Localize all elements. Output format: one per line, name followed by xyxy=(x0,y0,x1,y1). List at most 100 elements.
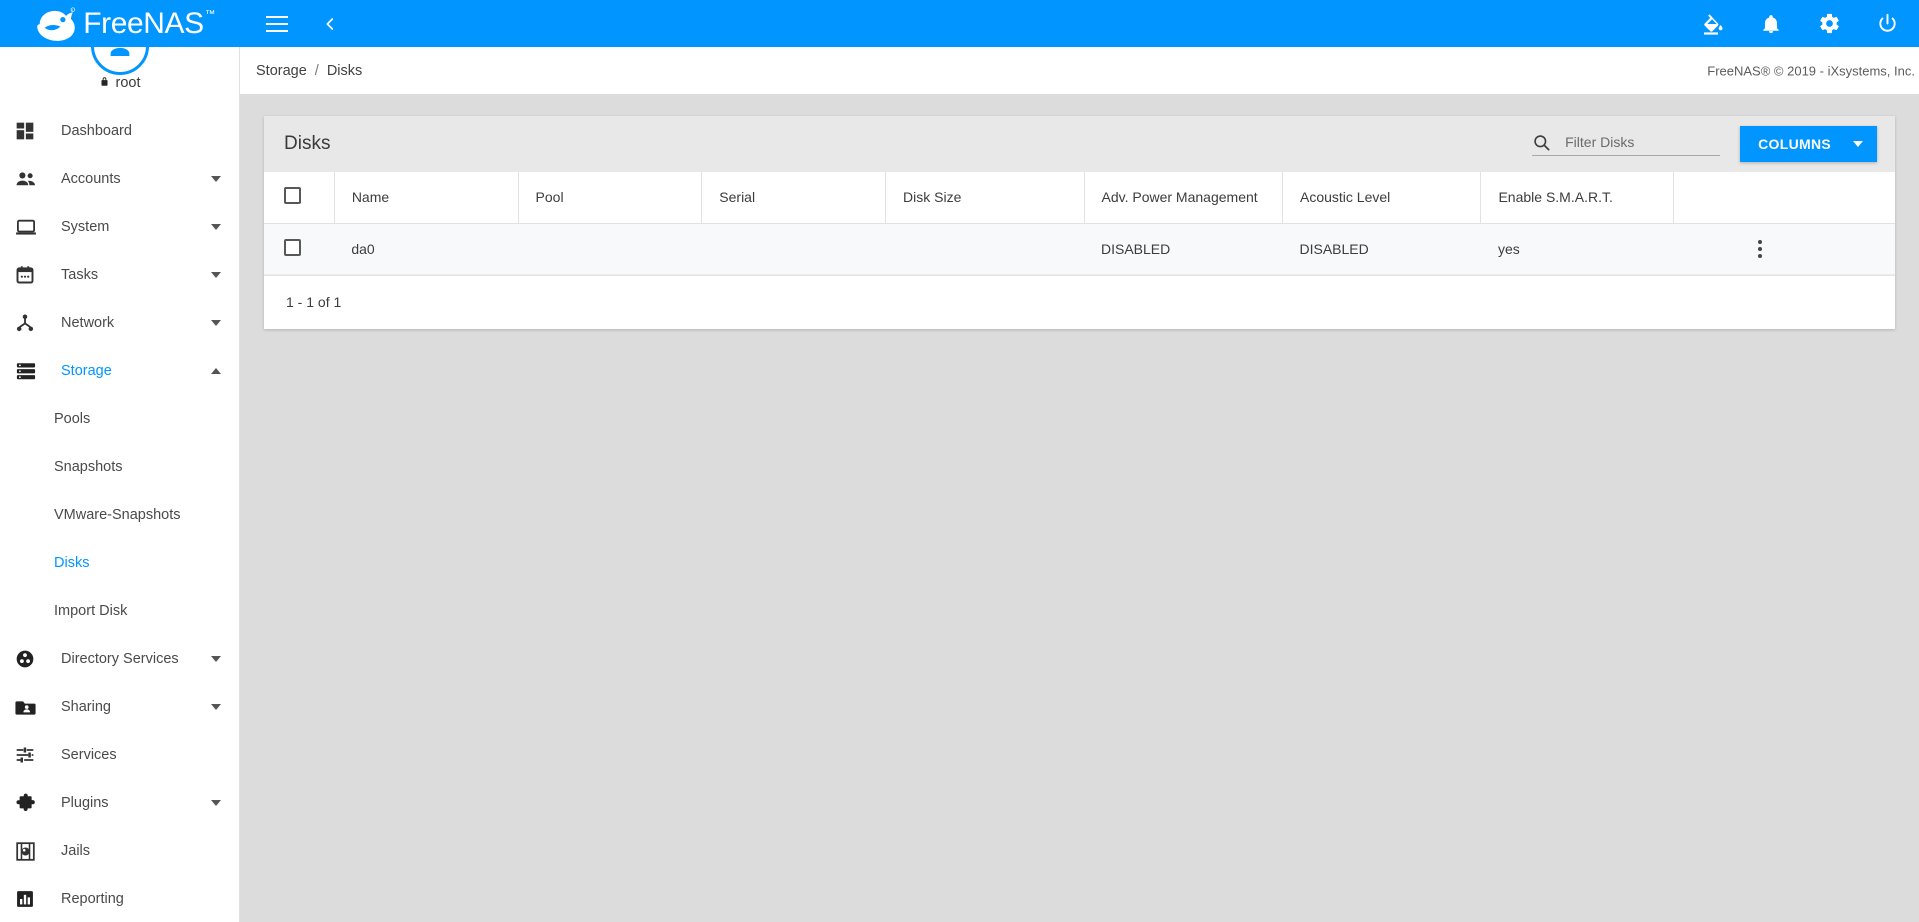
sidebar-item-jails[interactable]: Jails xyxy=(0,827,239,875)
sidebar-item-label: Jails xyxy=(61,843,91,859)
column-header-name[interactable]: Name xyxy=(334,172,519,224)
tasks-calendar-icon xyxy=(15,263,45,287)
disks-table-head: Name Pool Serial Disk Size Adv. Power Ma… xyxy=(264,172,1895,224)
page-content-area: Disks COLUMNS xyxy=(240,94,1919,922)
card-header-actions: COLUMNS xyxy=(1532,126,1877,162)
pagination-label: 1 - 1 of 1 xyxy=(286,294,342,310)
cell-serial xyxy=(701,223,886,275)
disks-table: Name Pool Serial Disk Size Adv. Power Ma… xyxy=(264,172,1895,275)
power-glyph xyxy=(1878,13,1896,32)
top-bar: R FreeNAS ™ xyxy=(0,0,1919,47)
disks-card: Disks COLUMNS xyxy=(264,116,1895,329)
sidebar-item-snapshots[interactable]: Snapshots xyxy=(0,443,239,491)
sidebar-item-label: Tasks xyxy=(61,267,99,283)
top-bar-actions xyxy=(1699,0,1901,47)
column-header-enable-smart[interactable]: Enable S.M.A.R.T. xyxy=(1480,172,1675,224)
settings-gear-icon[interactable] xyxy=(1815,10,1843,38)
brand-trademark: ™ xyxy=(205,8,215,20)
brand-name: FreeNAS ™ xyxy=(83,8,215,39)
column-header-serial[interactable]: Serial xyxy=(701,172,887,224)
chevron-down-icon[interactable] xyxy=(211,800,221,806)
column-header-acoustic-level[interactable]: Acoustic Level xyxy=(1282,172,1482,224)
gear-glyph xyxy=(1819,13,1839,34)
dashboard-icon xyxy=(15,119,45,143)
sidebar-item-label: Directory Services xyxy=(61,651,179,667)
user-profile-block: root xyxy=(0,47,239,97)
sidebar-item-label: Dashboard xyxy=(61,123,132,139)
power-icon[interactable] xyxy=(1873,10,1901,38)
sidebar-item-pools[interactable]: Pools xyxy=(0,395,239,443)
nav-list: Dashboard Accounts System Tasks Network … xyxy=(0,97,239,922)
chevron-down-icon[interactable] xyxy=(211,704,221,710)
kebab-menu-icon[interactable] xyxy=(1749,239,1771,258)
columns-button[interactable]: COLUMNS xyxy=(1740,126,1877,162)
sidebar-item-services[interactable]: Services xyxy=(0,731,239,779)
chevron-left-glyph xyxy=(326,18,334,30)
brand-logo-area[interactable]: R FreeNAS ™ xyxy=(0,0,240,47)
directory-services-icon xyxy=(15,647,45,671)
search-input[interactable] xyxy=(1565,133,1721,152)
sidebar-item-label: Network xyxy=(61,315,115,331)
sidebar-item-dashboard[interactable]: Dashboard xyxy=(0,107,239,155)
chevron-down-icon[interactable] xyxy=(211,176,221,182)
sidebar-item-network[interactable]: Network xyxy=(0,299,239,347)
reporting-chart-icon xyxy=(15,887,45,911)
cell-pool xyxy=(518,223,702,275)
sidebar-item-system[interactable]: System xyxy=(0,203,239,251)
theme-picker-icon[interactable] xyxy=(1699,10,1727,38)
select-all-checkbox[interactable] xyxy=(284,187,301,205)
chevron-left-icon[interactable] xyxy=(315,9,345,39)
sidebar-item-accounts[interactable]: Accounts xyxy=(0,155,239,203)
cell-acoustic-level: DISABLED xyxy=(1282,223,1481,275)
chevron-down-icon[interactable] xyxy=(211,224,221,230)
table-row[interactable]: da0 DISABLED DISABLED yes xyxy=(264,223,1895,275)
chevron-up-icon[interactable] xyxy=(211,368,221,374)
copyright-text: FreeNAS® © 2019 - iXsystems, Inc. xyxy=(1707,63,1915,78)
table-pagination: 1 - 1 of 1 xyxy=(264,274,1895,329)
column-header-pool[interactable]: Pool xyxy=(518,172,703,224)
notifications-icon[interactable] xyxy=(1757,10,1785,38)
sidebar-item-directory-services[interactable]: Directory Services xyxy=(0,635,239,683)
network-icon xyxy=(15,311,45,335)
cell-adv-power-management: DISABLED xyxy=(1084,223,1283,275)
sidebar-item-storage[interactable]: Storage xyxy=(0,347,239,395)
cell-enable-smart: yes xyxy=(1480,223,1674,275)
user-name-row: root xyxy=(99,75,141,91)
select-all-header xyxy=(264,172,335,224)
column-header-adv-power-management[interactable]: Adv. Power Management xyxy=(1084,172,1283,224)
disks-card-header: Disks COLUMNS xyxy=(264,116,1895,172)
chevron-down-icon[interactable] xyxy=(211,272,221,278)
sidebar-item-label: Reporting xyxy=(61,891,124,907)
sidebar-item-tasks[interactable]: Tasks xyxy=(0,251,239,299)
breadcrumb-separator: / xyxy=(314,62,319,79)
sidebar-item-label: System xyxy=(61,219,110,235)
sidebar-item-sharing[interactable]: Sharing xyxy=(0,683,239,731)
breadcrumb: Storage / Disks FreeNAS® © 2019 - iXsyst… xyxy=(240,47,1919,94)
plugins-puzzle-icon xyxy=(15,791,45,815)
breadcrumb-current: Disks xyxy=(326,62,363,79)
cell-actions xyxy=(1673,223,1895,275)
row-checkbox[interactable] xyxy=(284,238,301,256)
sidebar-item-reporting[interactable]: Reporting xyxy=(0,875,239,922)
storage-icon xyxy=(15,359,45,383)
main-content: Storage / Disks FreeNAS® © 2019 - iXsyst… xyxy=(240,47,1919,922)
search-icon[interactable] xyxy=(1532,133,1551,152)
sidebar-item-plugins[interactable]: Plugins xyxy=(0,779,239,827)
magnifier-glyph xyxy=(1534,134,1550,150)
sidebar-item-vmware-snapshots[interactable]: VMware-Snapshots xyxy=(0,491,239,539)
sidebar-subitem-label: Pools xyxy=(54,411,91,427)
sidebar-item-label: Sharing xyxy=(61,699,111,715)
sidebar-item-import-disk[interactable]: Import Disk xyxy=(0,587,239,635)
services-sliders-icon xyxy=(15,743,45,767)
chevron-down-icon[interactable] xyxy=(211,656,221,662)
disks-table-body: da0 DISABLED DISABLED yes xyxy=(264,223,1895,275)
breadcrumb-parent[interactable]: Storage xyxy=(256,63,307,79)
avatar-user-icon xyxy=(110,47,129,56)
hamburger-icon[interactable] xyxy=(262,9,292,39)
chevron-down-icon[interactable] xyxy=(211,320,221,326)
column-header-actions xyxy=(1673,172,1895,224)
sidebar-subitem-label: Disks xyxy=(54,555,90,571)
sidebar-item-disks[interactable]: Disks xyxy=(0,539,239,587)
freenas-app-window: R FreeNAS ™ root Dashboard Accounts Syst… xyxy=(0,0,1919,922)
column-header-disk-size[interactable]: Disk Size xyxy=(885,172,1085,224)
